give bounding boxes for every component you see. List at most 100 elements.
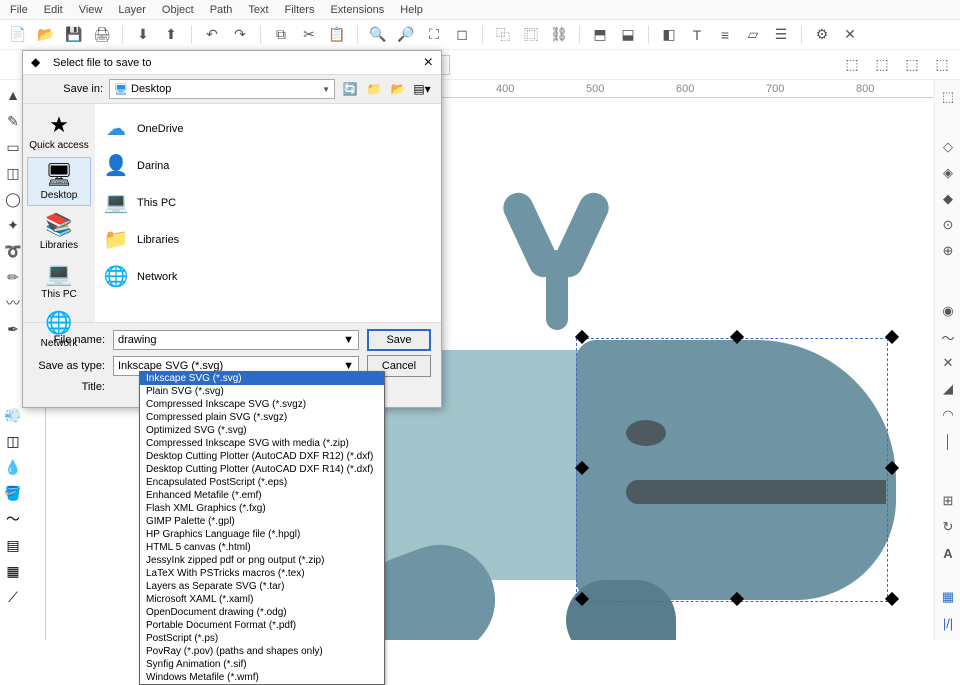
file-list[interactable]: ☁OneDrive👤Darina💻This PC📁Libraries🌐Netwo… [95, 104, 441, 322]
up-icon[interactable]: 📁 [365, 80, 383, 98]
save-button[interactable]: Save [367, 329, 431, 351]
zoom-out-icon[interactable]: 🔎 [394, 23, 418, 47]
menu-object[interactable]: Object [154, 2, 202, 18]
format-option[interactable]: GIMP Palette (*.gpl) [140, 515, 384, 528]
snap-guide-icon[interactable]: |/| [937, 612, 959, 634]
snap-grid-icon[interactable]: ▦ [937, 586, 959, 608]
calligraphy-tool-icon[interactable]: ✒ [2, 318, 24, 340]
snap-toggle-icon[interactable]: ⬚ [937, 86, 959, 108]
pencil-tool-icon[interactable]: ✏ [2, 266, 24, 288]
format-option[interactable]: HTML 5 canvas (*.html) [140, 541, 384, 554]
format-option[interactable]: OpenDocument drawing (*.odg) [140, 606, 384, 619]
snap-cusp-icon[interactable]: ◢ [937, 378, 959, 400]
format-option[interactable]: Windows Metafile (*.wmf) [140, 671, 384, 684]
file-item[interactable]: 👤Darina [99, 147, 437, 184]
affect4-icon[interactable]: ⬚ [930, 53, 954, 77]
group-icon[interactable]: ⬒ [588, 23, 612, 47]
affect3-icon[interactable]: ⬚ [900, 53, 924, 77]
export-icon[interactable]: ⬆ [159, 23, 183, 47]
text-tool-icon[interactable]: T [685, 23, 709, 47]
format-option[interactable]: Synfig Animation (*.sif) [140, 658, 384, 671]
cut-icon[interactable]: ✂ [297, 23, 321, 47]
savein-combo[interactable]: 🖥 Desktop ▼ [109, 79, 335, 99]
rect-tool-icon[interactable]: ▭ [2, 136, 24, 158]
file-item[interactable]: ☁OneDrive [99, 110, 437, 147]
snap-line-icon[interactable]: │ [937, 430, 959, 452]
save-doc-icon[interactable]: 💾 [62, 23, 86, 47]
format-option[interactable]: Desktop Cutting Plotter (AutoCAD DXF R14… [140, 463, 384, 476]
snap-rotation-icon[interactable]: ↻ [937, 516, 959, 538]
prefs-icon[interactable]: ✕ [838, 23, 862, 47]
menu-view[interactable]: View [71, 2, 111, 18]
layers-icon[interactable]: ☰ [769, 23, 793, 47]
connector-tool-icon[interactable]: ⟋ [2, 586, 24, 608]
format-option[interactable]: Compressed Inkscape SVG (*.svgz) [140, 398, 384, 411]
newfolder-icon[interactable]: 📂 [389, 80, 407, 98]
mesh-tool-icon[interactable]: ▦ [2, 560, 24, 582]
back-icon[interactable]: 🔄 [341, 80, 359, 98]
snap-midpt-icon[interactable]: ⊙ [937, 214, 959, 236]
new-doc-icon[interactable]: 📄 [6, 23, 30, 47]
spray-tool-icon[interactable]: 💨 [2, 404, 24, 426]
format-option[interactable]: Microsoft XAML (*.xaml) [140, 593, 384, 606]
gradient-tool-icon[interactable]: ▤ [2, 534, 24, 556]
node-tool-icon[interactable]: ✎ [2, 110, 24, 132]
menu-extensions[interactable]: Extensions [322, 2, 392, 18]
zoom-fit-icon[interactable]: ⛶ [422, 23, 446, 47]
place-this-pc[interactable]: 💻This PC [27, 257, 91, 304]
align-icon[interactable]: ≡ [713, 23, 737, 47]
zoom-page-icon[interactable]: ◻ [450, 23, 474, 47]
snap-corner-icon[interactable]: ◆ [937, 188, 959, 210]
snap-bbox-icon[interactable]: ◇ [937, 136, 959, 158]
format-option[interactable]: Layers as Separate SVG (*.tar) [140, 580, 384, 593]
ellipse-tool-icon[interactable]: ◯ [2, 188, 24, 210]
snap-text-icon[interactable]: A [937, 542, 959, 564]
format-option[interactable]: PostScript (*.ps) [140, 632, 384, 645]
star-tool-icon[interactable]: ✦ [2, 214, 24, 236]
selection-box[interactable] [576, 338, 888, 602]
affect2-icon[interactable]: ⬚ [870, 53, 894, 77]
file-item[interactable]: 📁Libraries [99, 221, 437, 258]
bezier-tool-icon[interactable]: 〰 [2, 292, 24, 314]
zoom-in-icon[interactable]: 🔍 [366, 23, 390, 47]
snap-smooth-icon[interactable]: ◠ [937, 404, 959, 426]
file-item[interactable]: 🌐Network [99, 258, 437, 295]
format-option[interactable]: LaTeX With PSTricks macros (*.tex) [140, 567, 384, 580]
format-option[interactable]: Encapsulated PostScript (*.eps) [140, 476, 384, 489]
place-desktop[interactable]: 🖥Desktop [27, 157, 91, 206]
menu-layer[interactable]: Layer [110, 2, 154, 18]
dropper-tool-icon[interactable]: 💧 [2, 456, 24, 478]
menu-path[interactable]: Path [202, 2, 241, 18]
snap-edge-icon[interactable]: ◈ [937, 162, 959, 184]
tweak-tool-icon[interactable]: 〜 [2, 508, 24, 530]
undo-icon[interactable]: ↶ [200, 23, 224, 47]
duplicate-icon[interactable]: ⿻ [491, 23, 515, 47]
format-option[interactable]: Flash XML Graphics (*.fxg) [140, 502, 384, 515]
redo-icon[interactable]: ↷ [228, 23, 252, 47]
ungroup-icon[interactable]: ⬓ [616, 23, 640, 47]
viewmenu-icon[interactable]: ▤▾ [413, 80, 431, 98]
print-doc-icon[interactable]: 🖨 [90, 23, 114, 47]
format-option[interactable]: HP Graphics Language file (*.hpgl) [140, 528, 384, 541]
file-item[interactable]: 💻This PC [99, 184, 437, 221]
open-doc-icon[interactable]: 📂 [34, 23, 58, 47]
transform-icon[interactable]: ▱ [741, 23, 765, 47]
format-option[interactable]: PovRay (*.pov) (paths and shapes only) [140, 645, 384, 658]
close-icon[interactable]: × [424, 54, 433, 72]
format-option[interactable]: Compressed plain SVG (*.svgz) [140, 411, 384, 424]
format-option[interactable]: Plain SVG (*.svg) [140, 385, 384, 398]
clone-icon[interactable]: ⿴ [519, 23, 543, 47]
spiral-tool-icon[interactable]: ➰ [2, 240, 24, 262]
format-option[interactable]: Compressed Inkscape SVG with media (*.zi… [140, 437, 384, 450]
snap-others-icon[interactable]: ⊞ [937, 490, 959, 512]
menu-text[interactable]: Text [240, 2, 276, 18]
3dbox-tool-icon[interactable]: ◫ [2, 162, 24, 184]
snap-node-icon[interactable]: ◉ [937, 300, 959, 322]
import-icon[interactable]: ⬇ [131, 23, 155, 47]
format-option[interactable]: JessyInk zipped pdf or png output (*.zip… [140, 554, 384, 567]
format-option[interactable]: Desktop Cutting Plotter (AutoCAD DXF R12… [140, 450, 384, 463]
format-option[interactable]: Inkscape SVG (*.svg) [140, 372, 384, 385]
menu-help[interactable]: Help [392, 2, 431, 18]
snap-path-icon[interactable]: 〜 [937, 326, 959, 348]
unlink-icon[interactable]: ⛓ [547, 23, 571, 47]
